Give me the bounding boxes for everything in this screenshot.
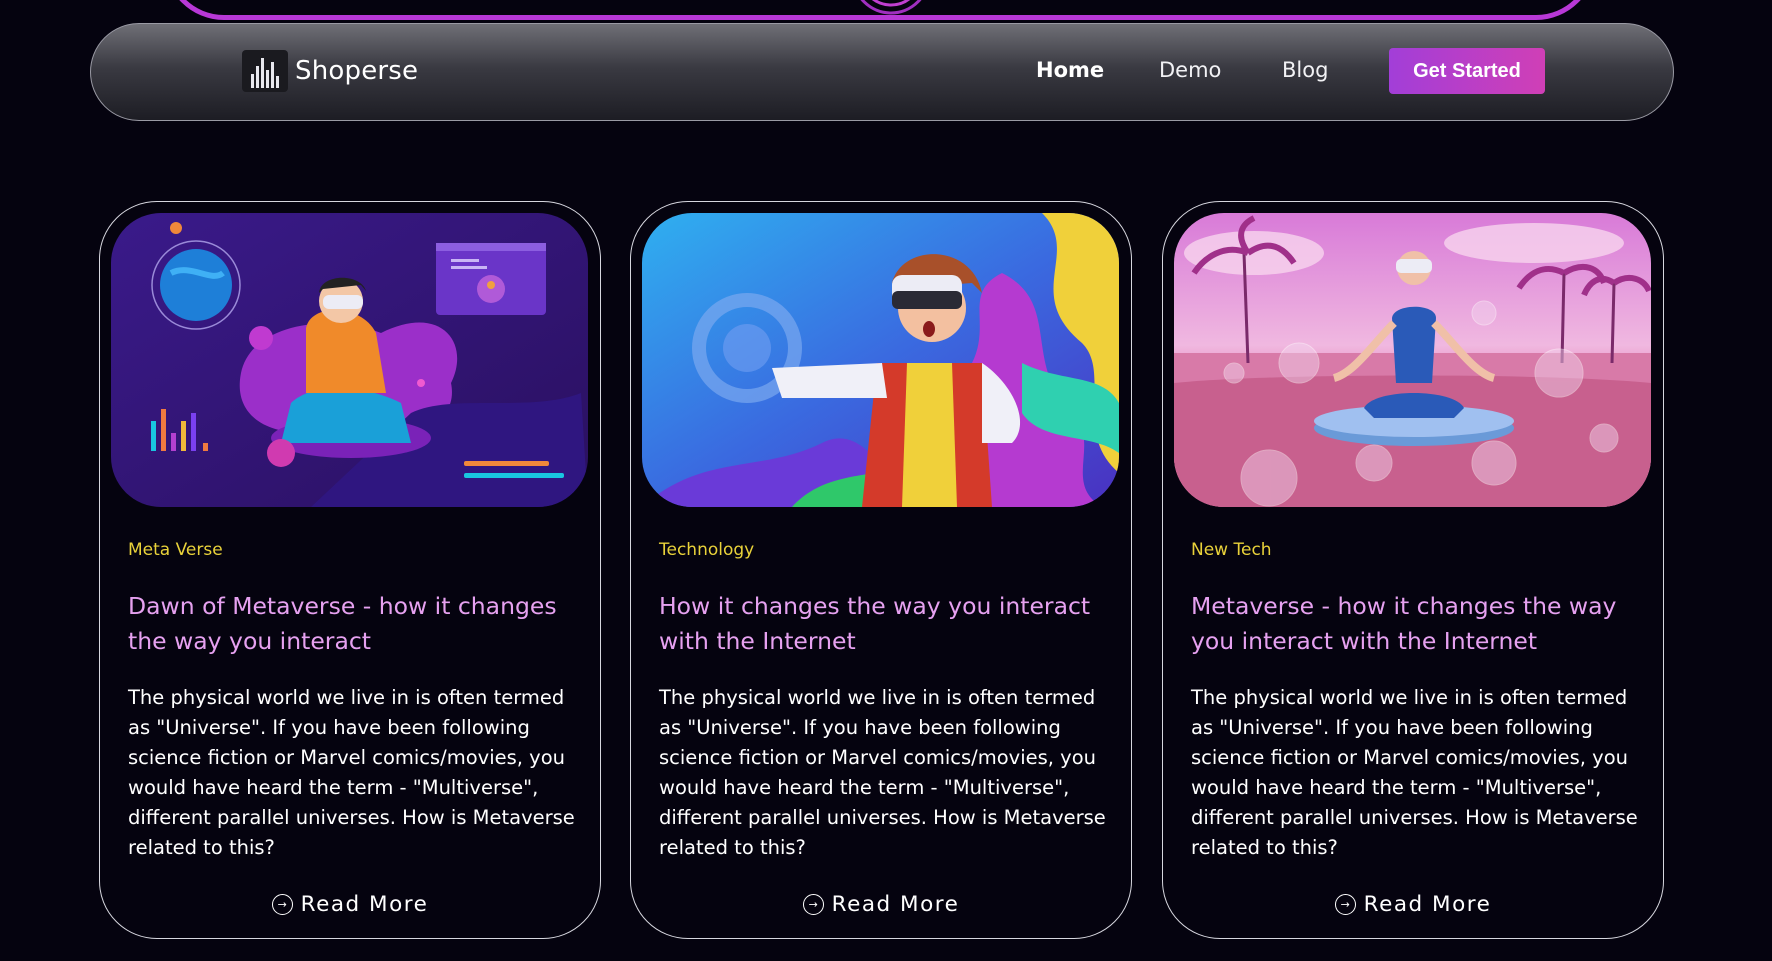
nav-link-demo[interactable]: Demo — [1159, 58, 1221, 82]
blog-card-1: Meta Verse Dawn of Metaverse - how it ch… — [99, 201, 601, 939]
card-category: Meta Verse — [128, 540, 223, 560]
card-image[interactable] — [642, 213, 1119, 507]
brand-name: Shoperse — [295, 56, 419, 86]
vr-user-with-planet-illustration — [111, 213, 588, 507]
read-more-link[interactable]: → Read More — [1163, 892, 1663, 917]
blog-card-2: Technology How it changes the way you in… — [630, 201, 1132, 939]
card-body: The physical world we live in is often t… — [1191, 686, 1638, 859]
card-title[interactable]: Metaverse - how it changes the way you i… — [1191, 589, 1641, 659]
building-bars-logo-icon — [242, 50, 288, 92]
card-body: The physical world we live in is often t… — [659, 686, 1106, 859]
read-more-label: Read More — [1363, 892, 1492, 917]
rings-decoration-icon — [860, 0, 922, 15]
circle-arrow-right-icon: → — [271, 894, 293, 915]
nav-link-blog[interactable]: Blog — [1282, 58, 1328, 82]
circle-arrow-right-icon: → — [1334, 894, 1356, 915]
get-started-button[interactable]: Get Started — [1389, 48, 1545, 94]
blog-card-3: New Tech Metaverse - how it changes the … — [1162, 201, 1664, 939]
card-image[interactable] — [1174, 213, 1651, 507]
vr-user-colorful-waves-illustration — [642, 213, 1119, 507]
circle-arrow-right-icon: → — [802, 894, 824, 915]
card-title[interactable]: Dawn of Metaverse - how it changes the w… — [128, 589, 578, 659]
brand[interactable]: Shoperse — [242, 50, 418, 92]
card-body: The physical world we live in is often t… — [128, 686, 575, 859]
card-image[interactable] — [111, 213, 588, 507]
card-category: New Tech — [1191, 540, 1272, 560]
card-title[interactable]: How it changes the way you interact with… — [659, 589, 1109, 659]
read-more-link[interactable]: → Read More — [100, 892, 600, 917]
vr-meditation-pink-field-photo — [1174, 213, 1651, 507]
card-category: Technology — [659, 540, 755, 560]
read-more-link[interactable]: → Read More — [631, 892, 1131, 917]
read-more-label: Read More — [831, 892, 960, 917]
read-more-label: Read More — [300, 892, 429, 917]
nav-link-home[interactable]: Home — [1036, 58, 1104, 82]
